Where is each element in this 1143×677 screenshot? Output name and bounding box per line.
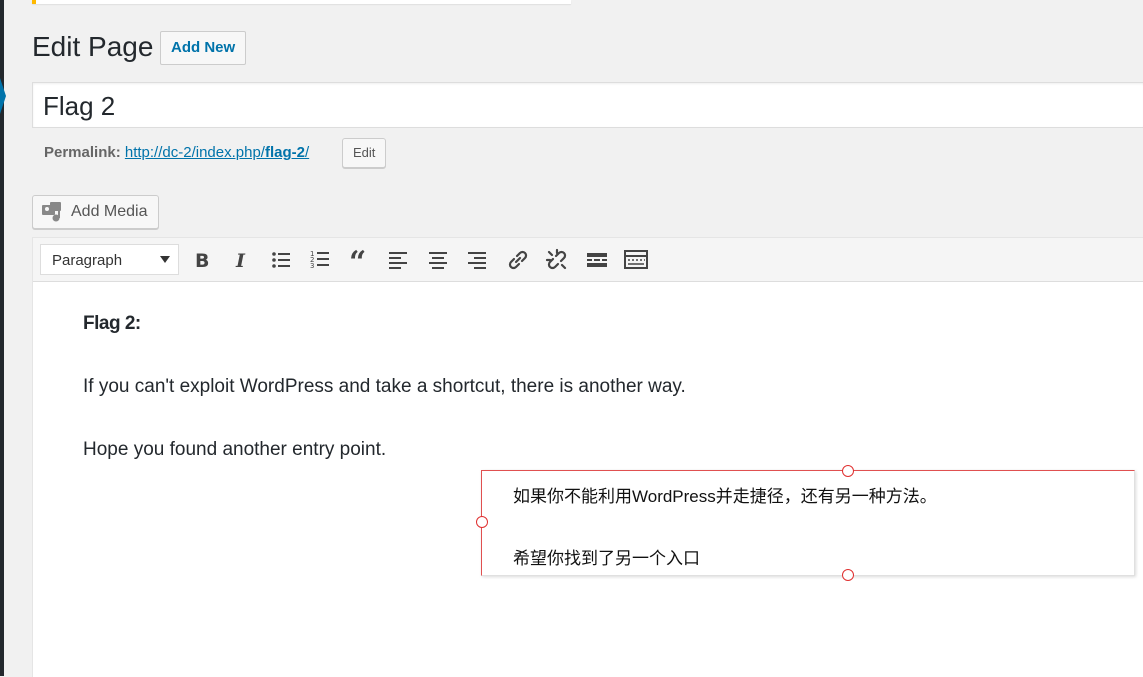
admin-notice xyxy=(32,0,571,4)
permalink-link[interactable]: http://dc-2/index.php/flag-2/ xyxy=(125,144,309,161)
svg-text:B: B xyxy=(195,250,209,272)
editor-toolbar: Paragraph B I 1 2 3 “ xyxy=(33,238,1143,282)
permalink: Permalink: http://dc-2/index.php/flag-2/ xyxy=(44,144,309,161)
read-more-icon[interactable] xyxy=(583,246,611,274)
translation-line: 希望你找到了另一个入口 xyxy=(513,549,700,568)
numbered-list-icon[interactable]: 1 2 3 xyxy=(306,246,334,274)
align-center-icon[interactable] xyxy=(425,246,453,274)
resize-handle-left[interactable] xyxy=(476,516,488,528)
content-paragraph: Hope you found another entry point. xyxy=(83,439,387,460)
translation-line: 如果你不能利用WordPress并走捷径，还有另一种方法。 xyxy=(513,487,937,506)
svg-text:I: I xyxy=(235,250,246,272)
permalink-base: http://dc-2/index.php/ xyxy=(124,144,265,161)
media-icon xyxy=(41,201,63,223)
chevron-down-icon xyxy=(160,256,170,263)
blockquote-icon[interactable]: “ xyxy=(346,246,374,274)
permalink-tail: / xyxy=(304,144,310,161)
svg-text:“: “ xyxy=(349,246,366,274)
link-icon[interactable] xyxy=(504,246,532,274)
unlink-icon[interactable] xyxy=(543,246,571,274)
format-select-value: Paragraph xyxy=(52,252,123,269)
align-left-icon[interactable] xyxy=(385,246,413,274)
bold-icon[interactable]: B xyxy=(188,246,216,274)
add-new-button[interactable]: Add New xyxy=(160,31,247,65)
translation-overlay[interactable]: 如果你不能利用WordPress并走捷径，还有另一种方法。 希望你找到了另一个入… xyxy=(481,470,1135,576)
bullet-list-icon[interactable] xyxy=(267,246,295,274)
content-paragraph: If you can't exploit WordPress and take … xyxy=(83,376,686,397)
add-media-label: Add Media xyxy=(71,203,148,220)
post-title-value: Flag 2 xyxy=(43,91,116,121)
edit-slug-button[interactable]: Edit xyxy=(342,138,387,168)
permalink-slug: flag-2 xyxy=(264,144,305,161)
post-editor: Paragraph B I 1 2 3 “ Flag 2: If you can… xyxy=(32,237,1143,677)
italic-icon[interactable]: I xyxy=(227,246,255,274)
svg-text:3: 3 xyxy=(310,262,314,270)
page-title: Edit Page xyxy=(32,31,154,62)
content-heading: Flag 2: xyxy=(83,313,141,334)
resize-handle-bottom[interactable] xyxy=(842,569,854,581)
resize-handle-top[interactable] xyxy=(842,465,854,477)
post-title-input[interactable]: Flag 2 xyxy=(32,82,1143,128)
toolbar-toggle-icon[interactable] xyxy=(622,246,650,274)
permalink-label: Permalink: xyxy=(44,144,121,161)
active-menu-indicator xyxy=(0,78,6,114)
align-right-icon[interactable] xyxy=(464,246,492,274)
add-media-button[interactable]: Add Media xyxy=(32,195,159,229)
format-select[interactable]: Paragraph xyxy=(40,244,179,275)
